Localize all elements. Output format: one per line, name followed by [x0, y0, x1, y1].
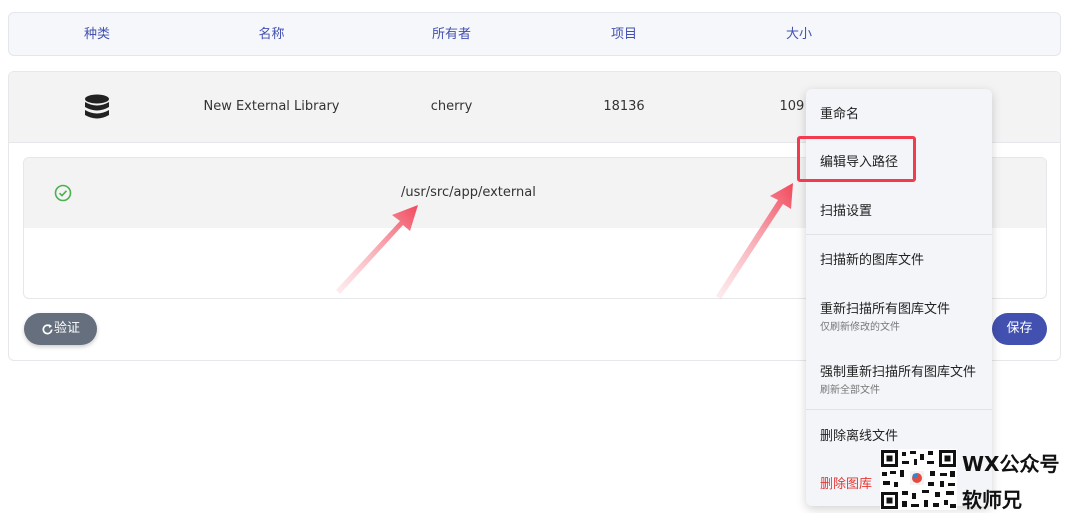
annotation-arrows [336, 183, 793, 299]
arrow-to-path [336, 205, 418, 294]
arrow-to-menu-item [716, 183, 793, 299]
watermark-line1: WX公众号 [962, 452, 1060, 476]
watermark-line2: 软师兄 [962, 488, 1022, 512]
qr-code-icon [880, 449, 957, 510]
